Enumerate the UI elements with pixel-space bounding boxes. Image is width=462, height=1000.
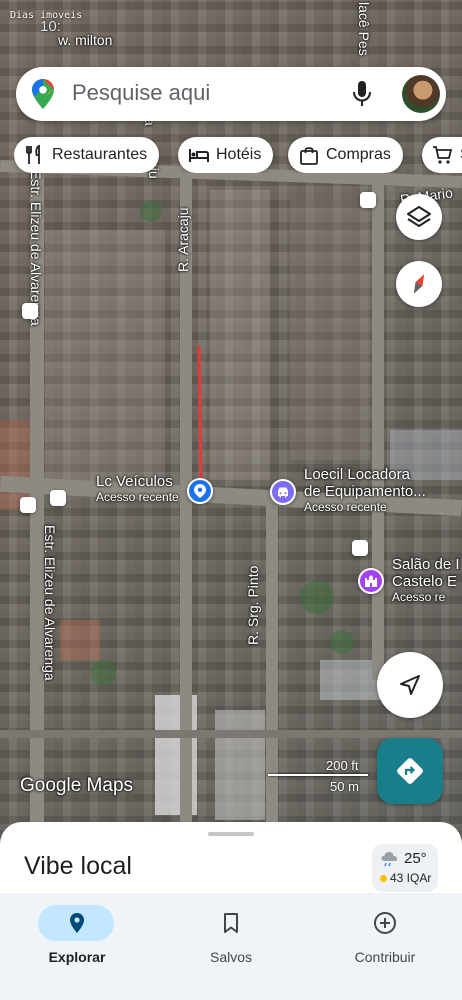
street-label: R. Srg. Pinto (245, 565, 261, 645)
add-circle-icon (374, 912, 396, 934)
bed-icon (189, 149, 209, 162)
avatar[interactable] (402, 75, 440, 113)
chip-label: Compras (326, 146, 391, 163)
pin-name: Lc Veículos (96, 473, 173, 490)
nav-label: Explorar (48, 949, 106, 965)
layers-icon (407, 206, 431, 227)
bus-stop-icon[interactable] (20, 497, 36, 513)
weather-card[interactable]: 25° 43 IQAr (372, 844, 438, 892)
building-block (215, 710, 265, 820)
car-rental-icon (278, 487, 288, 498)
tree-cluster (140, 200, 162, 222)
tree-cluster (90, 660, 116, 686)
building-block (210, 190, 270, 480)
road-vertical (266, 500, 278, 830)
pin-label[interactable]: Lc Veículos Acesso recente (96, 473, 179, 504)
compass-icon (413, 274, 425, 294)
cloud-rain-icon (381, 851, 397, 867)
pin-salao[interactable] (358, 568, 384, 594)
chip-label: Restaurantes (52, 146, 148, 163)
bus-stop-icon[interactable] (22, 303, 38, 319)
google-maps-pin-icon (32, 79, 54, 109)
directions-button[interactable] (377, 738, 443, 804)
pin-subtitle: Acesso recente (96, 490, 179, 504)
temperature: 25° (404, 850, 427, 867)
location-pin-icon (194, 484, 206, 498)
air-quality: 43 IQAr (390, 871, 432, 885)
microphone-icon[interactable] (352, 80, 372, 108)
nav-explorar[interactable]: Explorar (0, 899, 154, 989)
nav-contribuir[interactable]: Contribuir (308, 899, 462, 989)
air-quality-dot-icon (380, 875, 387, 882)
chip-label: Hotéis (216, 146, 262, 163)
tree-cluster (300, 580, 334, 614)
cart-icon (433, 146, 453, 164)
sheet-drag-handle[interactable] (208, 832, 254, 836)
pin-label[interactable]: Salão de I Castelo E Acesso re (392, 556, 460, 604)
pin-lc-veiculos[interactable] (187, 478, 213, 504)
navigation-arrow-icon (400, 675, 420, 695)
fork-knife-icon (26, 144, 40, 164)
building-block (290, 200, 370, 460)
directions-icon (397, 758, 423, 784)
google-maps-logo: Google Maps (20, 775, 134, 796)
chip-hoteis[interactable]: Hotéis (178, 137, 274, 173)
building-block (45, 230, 165, 490)
route-line (197, 345, 203, 486)
nav-label: Contribuir (354, 949, 416, 965)
pin-name: Salão de I (392, 556, 460, 573)
street-label: w. milton (58, 32, 113, 48)
bookmark-icon (224, 913, 238, 933)
scale-feet: 200 ft (326, 758, 359, 773)
pin-subtitle: Acesso recente (304, 500, 387, 514)
shopping-bag-icon (300, 147, 318, 165)
bottom-navigation: Explorar Salvos Contribuir (0, 893, 462, 1000)
chip-supermercados[interactable]: S (422, 137, 462, 173)
my-location-button[interactable] (377, 652, 443, 718)
building-block (60, 620, 100, 660)
search-input[interactable]: Pesquise aqui (72, 80, 210, 106)
pin-loecil[interactable] (270, 479, 296, 505)
nav-salvos[interactable]: Salvos (154, 899, 308, 989)
status-time: 10: (40, 18, 61, 35)
scale-bar (268, 774, 368, 776)
bus-stop-icon[interactable] (352, 540, 368, 556)
bottom-sheet[interactable]: Vibe local 25° 43 IQAr (0, 822, 462, 902)
chip-compras[interactable]: Compras (288, 137, 403, 173)
pin-subtitle: Acesso re (392, 590, 446, 604)
location-pin-icon (70, 913, 84, 933)
sheet-title: Vibe local (24, 852, 132, 880)
street-label: lacê Pes (356, 2, 372, 56)
pin-label[interactable]: Loecil Locadora de Equipamento... Acesso… (304, 466, 426, 514)
chip-restaurantes[interactable]: Restaurantes (14, 137, 160, 173)
street-label: Estr. Elizeu de Alvarenga (42, 525, 58, 681)
road-horizontal (0, 730, 462, 738)
tree-cluster (330, 630, 354, 654)
layers-button[interactable] (396, 194, 442, 240)
search-bar[interactable]: Pesquise aqui (16, 67, 446, 121)
building-block (320, 660, 380, 700)
road-vertical (372, 160, 384, 680)
pin-name-line2: Castelo E (392, 573, 458, 590)
category-chips: Restaurantes Hotéis Compras S (14, 137, 462, 173)
compass-button[interactable] (396, 261, 442, 307)
street-label: R. Aracaju (175, 207, 191, 272)
pin-name: Loecil Locadora (304, 466, 410, 483)
bus-stop-icon[interactable] (360, 192, 376, 208)
nav-label: Salvos (209, 949, 253, 965)
pin-name-line2: de Equipamento... (304, 483, 426, 500)
bus-stop-icon[interactable] (50, 490, 66, 506)
scale-meters: 50 m (330, 779, 359, 794)
castle-icon (365, 575, 377, 587)
